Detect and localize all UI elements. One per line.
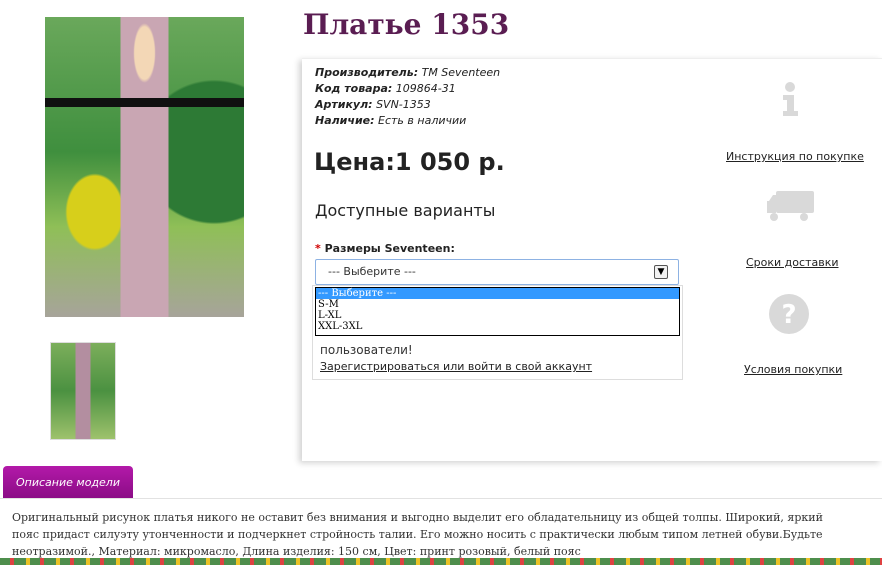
tab-description[interactable]: Описание модели (3, 466, 133, 499)
info-icon[interactable] (770, 78, 810, 118)
svg-text:?: ? (781, 300, 796, 330)
required-mark: * (315, 242, 321, 255)
availability-value: Есть в наличии (378, 114, 467, 127)
size-label: * Размеры Seventeen: (315, 242, 455, 255)
size-label-text: Размеры Seventeen: (324, 242, 455, 255)
chevron-down-icon[interactable]: ▼ (654, 265, 668, 279)
tab-divider (0, 498, 882, 499)
size-option[interactable]: S-M (316, 299, 679, 310)
register-login-link[interactable]: Зарегистрироваться или войти в свой акка… (320, 360, 592, 373)
purchase-instructions-link[interactable]: Инструкция по покупке (726, 150, 864, 163)
product-price: Цена:1 050 р. (314, 148, 505, 176)
product-description: Оригинальный рисунок платья никого не ос… (12, 511, 823, 558)
purchase-terms-link[interactable]: Условия покупки (744, 363, 842, 376)
size-option[interactable]: XXL-3XL (316, 321, 679, 332)
product-thumbnail[interactable] (50, 342, 116, 440)
size-dropdown-list: --- Выберите --- S-M L-XL XXL-3XL (315, 287, 680, 336)
size-select-value: --- Выберите --- (328, 265, 416, 278)
product-main-photo[interactable] (45, 17, 244, 317)
product-code-line: Код товара: 109864-31 (315, 82, 456, 95)
question-icon[interactable]: ? (767, 292, 811, 336)
truck-icon[interactable] (766, 185, 816, 225)
manufacturer-line: Производитель: TM Seventeen (315, 66, 500, 79)
variants-title: Доступные варианты (315, 201, 496, 220)
product-code-label: Код товара: (315, 82, 393, 95)
sku-value: SVN-1353 (376, 98, 431, 111)
size-option[interactable]: L-XL (316, 310, 679, 321)
sku-line: Артикул: SVN-1353 (315, 98, 431, 111)
product-code-value: 109864-31 (395, 82, 456, 95)
delivery-times-link[interactable]: Сроки доставки (746, 256, 839, 269)
login-notice-text: пользователи! (320, 343, 413, 357)
product-title: Платье 1353 (303, 8, 510, 41)
sku-label: Артикул: (315, 98, 373, 111)
availability-label: Наличие: (315, 114, 375, 127)
decorative-garland (0, 558, 882, 565)
availability-line: Наличие: Есть в наличии (315, 114, 466, 127)
size-select[interactable]: --- Выберите --- ▼ (315, 259, 679, 285)
size-option[interactable]: --- Выберите --- (316, 288, 679, 299)
manufacturer-value: TM Seventeen (421, 66, 501, 79)
manufacturer-label: Производитель: (315, 66, 419, 79)
